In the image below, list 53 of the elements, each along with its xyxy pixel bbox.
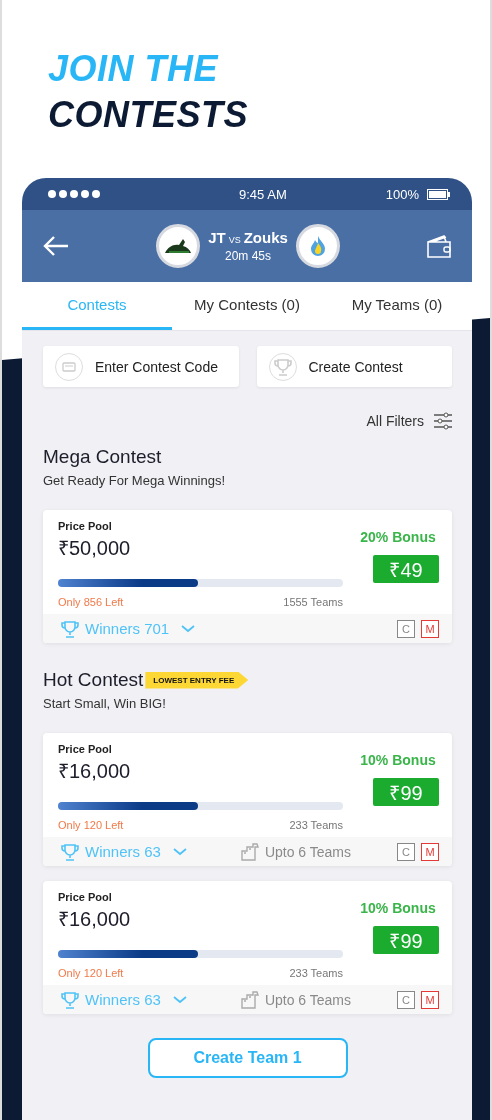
contest-tag: M: [421, 619, 439, 638]
prize-amount: ₹50,000: [58, 536, 132, 561]
contest-tag: C: [397, 842, 415, 861]
spots-left: Only 120 Left: [58, 967, 124, 979]
prize-amount: ₹16,000: [58, 759, 132, 784]
teams-count: 1555 Teams: [283, 596, 343, 608]
spots-left: Only 120 Left: [58, 819, 124, 831]
team-limit: Upto 6 Teams: [264, 843, 351, 860]
team-name: JT: [208, 229, 226, 246]
contest-tag: M: [421, 842, 439, 861]
contest-tag: C: [397, 990, 415, 1009]
teams-count: 233 Teams: [289, 967, 343, 979]
trophy-icon: [61, 619, 79, 638]
pool-label: Price Pool: [58, 891, 113, 903]
trophy-icon: [61, 990, 79, 1009]
clock: 9:45 AM: [238, 186, 287, 202]
promo-badge: LOWEST ENTRY FEE: [145, 671, 249, 689]
trophy-icon: [61, 842, 79, 861]
section-subtitle: Get Ready For Mega Winnings!: [43, 473, 227, 488]
team-limit: Upto 6 Teams: [264, 991, 351, 1008]
headline: JOIN THE: [48, 47, 220, 91]
countdown: 20m 45s: [224, 249, 272, 263]
spots-left: Only 856 Left: [58, 596, 124, 608]
action-button[interactable]: Create Contest: [256, 346, 452, 387]
chevron-down-icon: [172, 995, 187, 1004]
prize-amount: ₹16,000: [58, 907, 132, 932]
chevron-down-icon: [172, 847, 187, 856]
tab[interactable]: My Contests (0): [172, 282, 322, 330]
wallet-icon[interactable]: [426, 233, 452, 259]
chevron-down-icon: [181, 624, 196, 633]
filters-button[interactable]: All Filters: [366, 412, 452, 430]
teams-count: 233 Teams: [289, 819, 343, 831]
tab[interactable]: My Teams (0): [322, 282, 472, 330]
versus-label: VS: [228, 235, 241, 245]
contest-tag: C: [397, 619, 415, 638]
bonus-label: 20% Bonus: [360, 529, 436, 545]
bonus-label: 10% Bonus: [360, 900, 436, 916]
pool-label: Price Pool: [58, 520, 113, 532]
signal-icon: [48, 190, 100, 198]
team-name: Zouks: [243, 229, 288, 246]
section-title: Mega Contest: [43, 446, 162, 468]
headline: CONTESTS: [48, 93, 249, 137]
contest-tag: M: [421, 990, 439, 1009]
battery-level: 100%: [385, 186, 419, 202]
section-title: Hot Contest: [43, 669, 144, 691]
action-button[interactable]: Enter Contest Code: [43, 346, 239, 387]
bonus-label: 10% Bonus: [360, 752, 436, 768]
battery-icon: [427, 188, 450, 200]
section-subtitle: Start Small, Win BIG!: [43, 696, 167, 711]
pool-label: Price Pool: [58, 743, 113, 755]
sliders-icon: [434, 412, 452, 430]
back-arrow-icon[interactable]: [42, 234, 70, 258]
trophy-icon: [273, 357, 292, 376]
